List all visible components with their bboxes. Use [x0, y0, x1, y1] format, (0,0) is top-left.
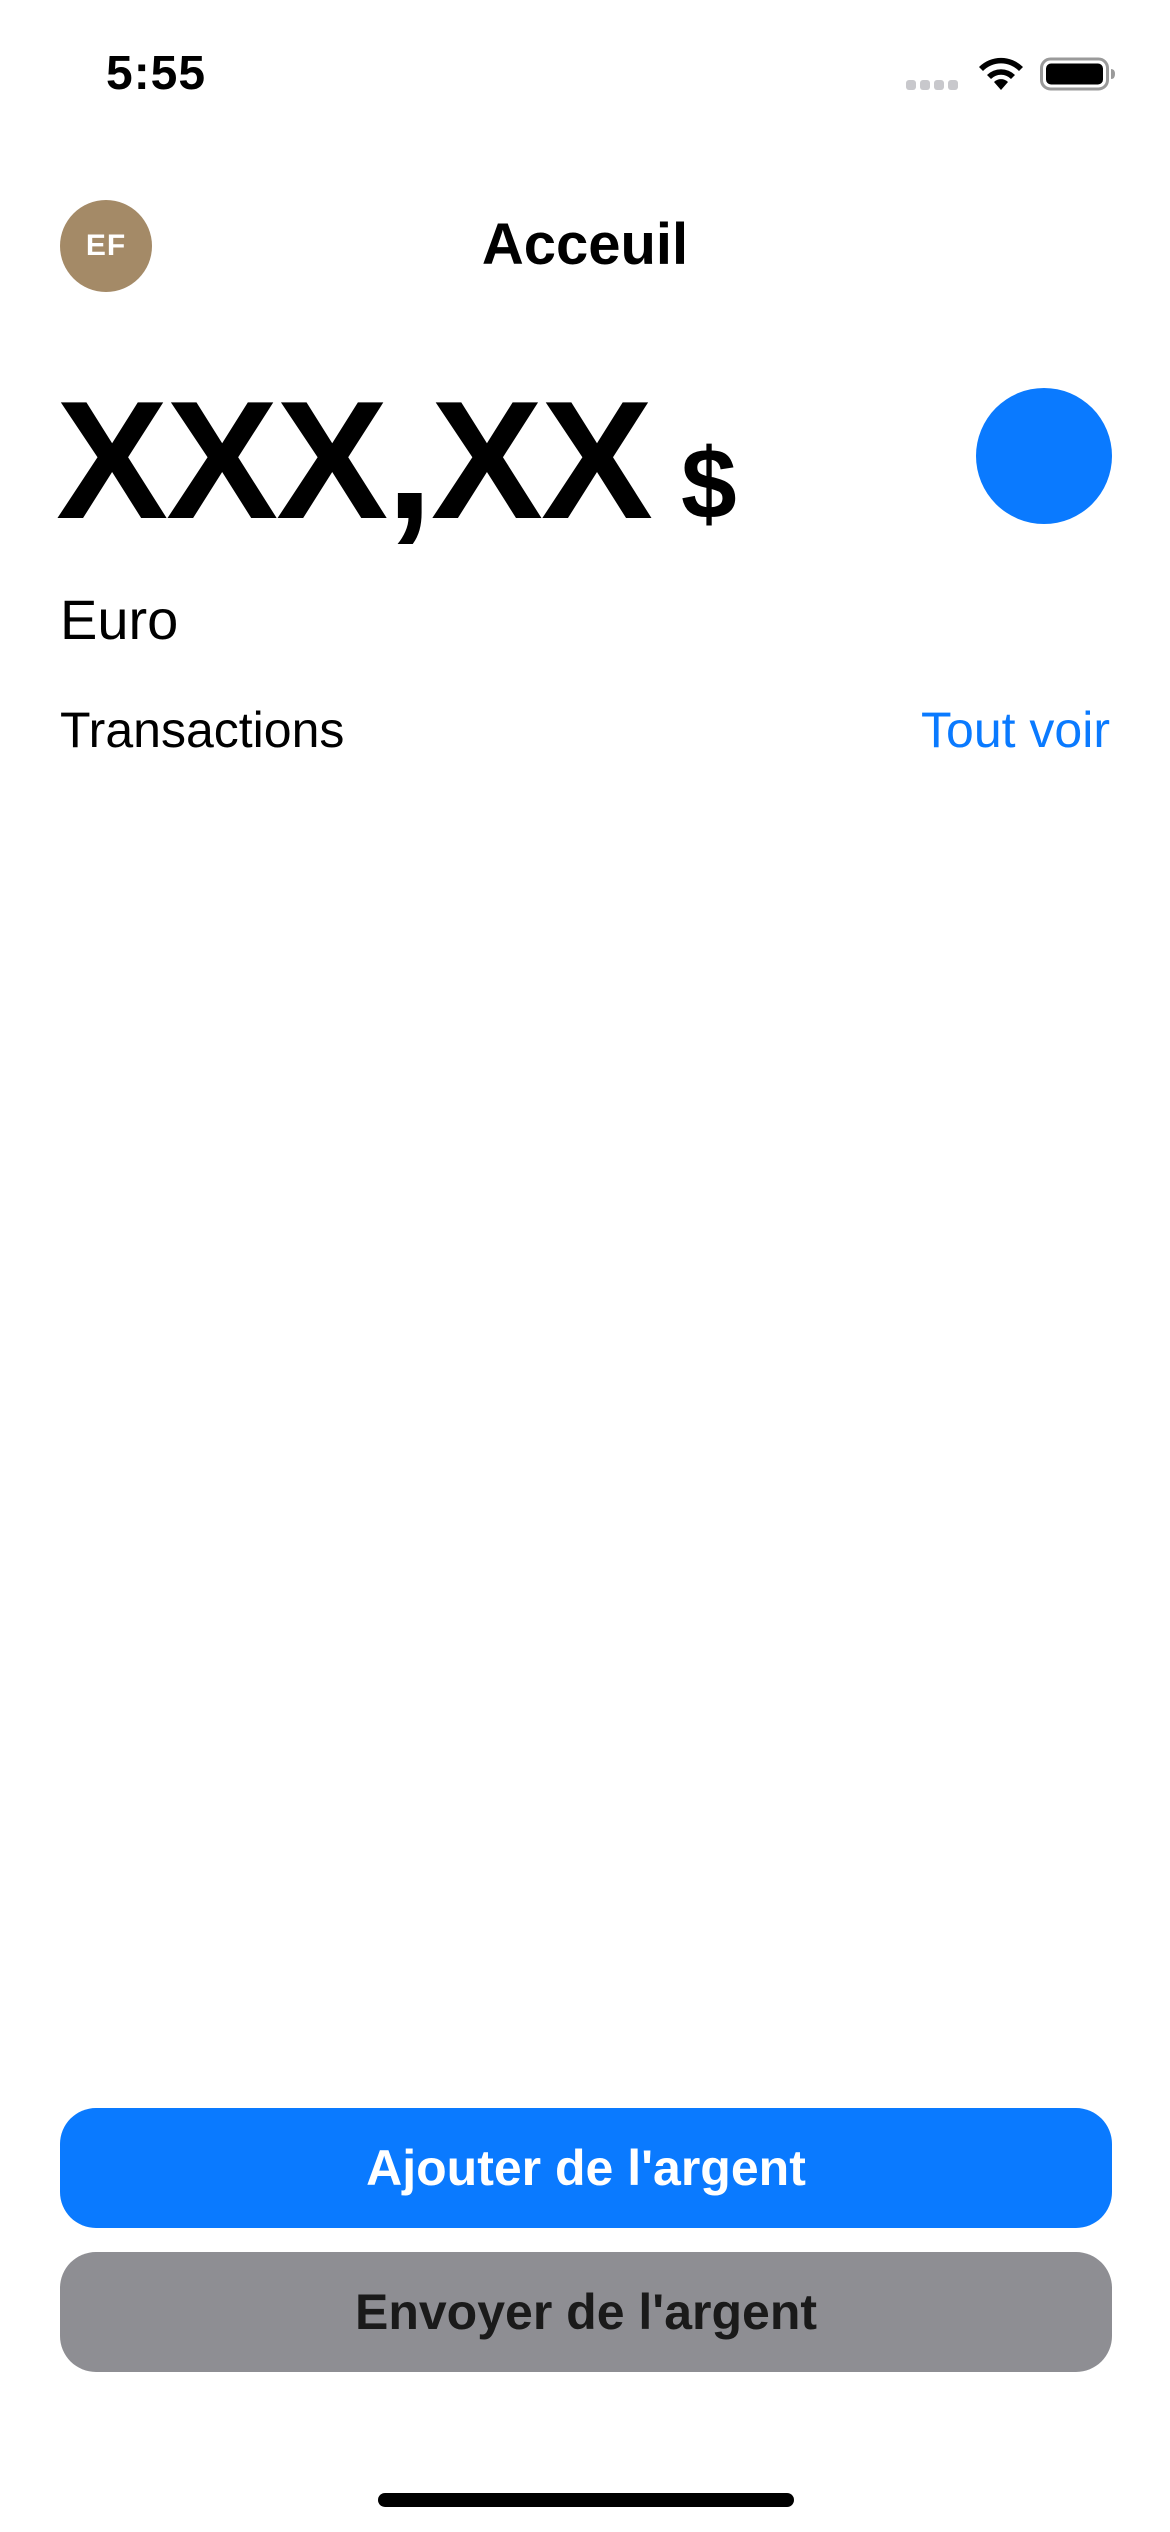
- send-money-button[interactable]: Envoyer de l'argent: [60, 2252, 1112, 2372]
- add-money-button[interactable]: Ajouter de l'argent: [60, 2108, 1112, 2228]
- status-time: 5:55: [106, 47, 207, 100]
- battery-icon: [1040, 57, 1115, 91]
- balance-display: XXX,XX $: [56, 370, 737, 550]
- currency-name: Euro: [60, 588, 179, 651]
- cellular-signal-icon: [906, 80, 960, 92]
- home-indicator[interactable]: [378, 2493, 794, 2507]
- balance-amount: XXX,XX: [56, 366, 653, 554]
- currency-symbol: $: [680, 428, 737, 540]
- transactions-title: Transactions: [60, 702, 345, 758]
- see-all-link[interactable]: Tout voir: [921, 700, 1110, 760]
- page-title: Acceuil: [481, 212, 689, 277]
- account-action-button[interactable]: [976, 388, 1112, 524]
- wifi-icon: [979, 57, 1023, 90]
